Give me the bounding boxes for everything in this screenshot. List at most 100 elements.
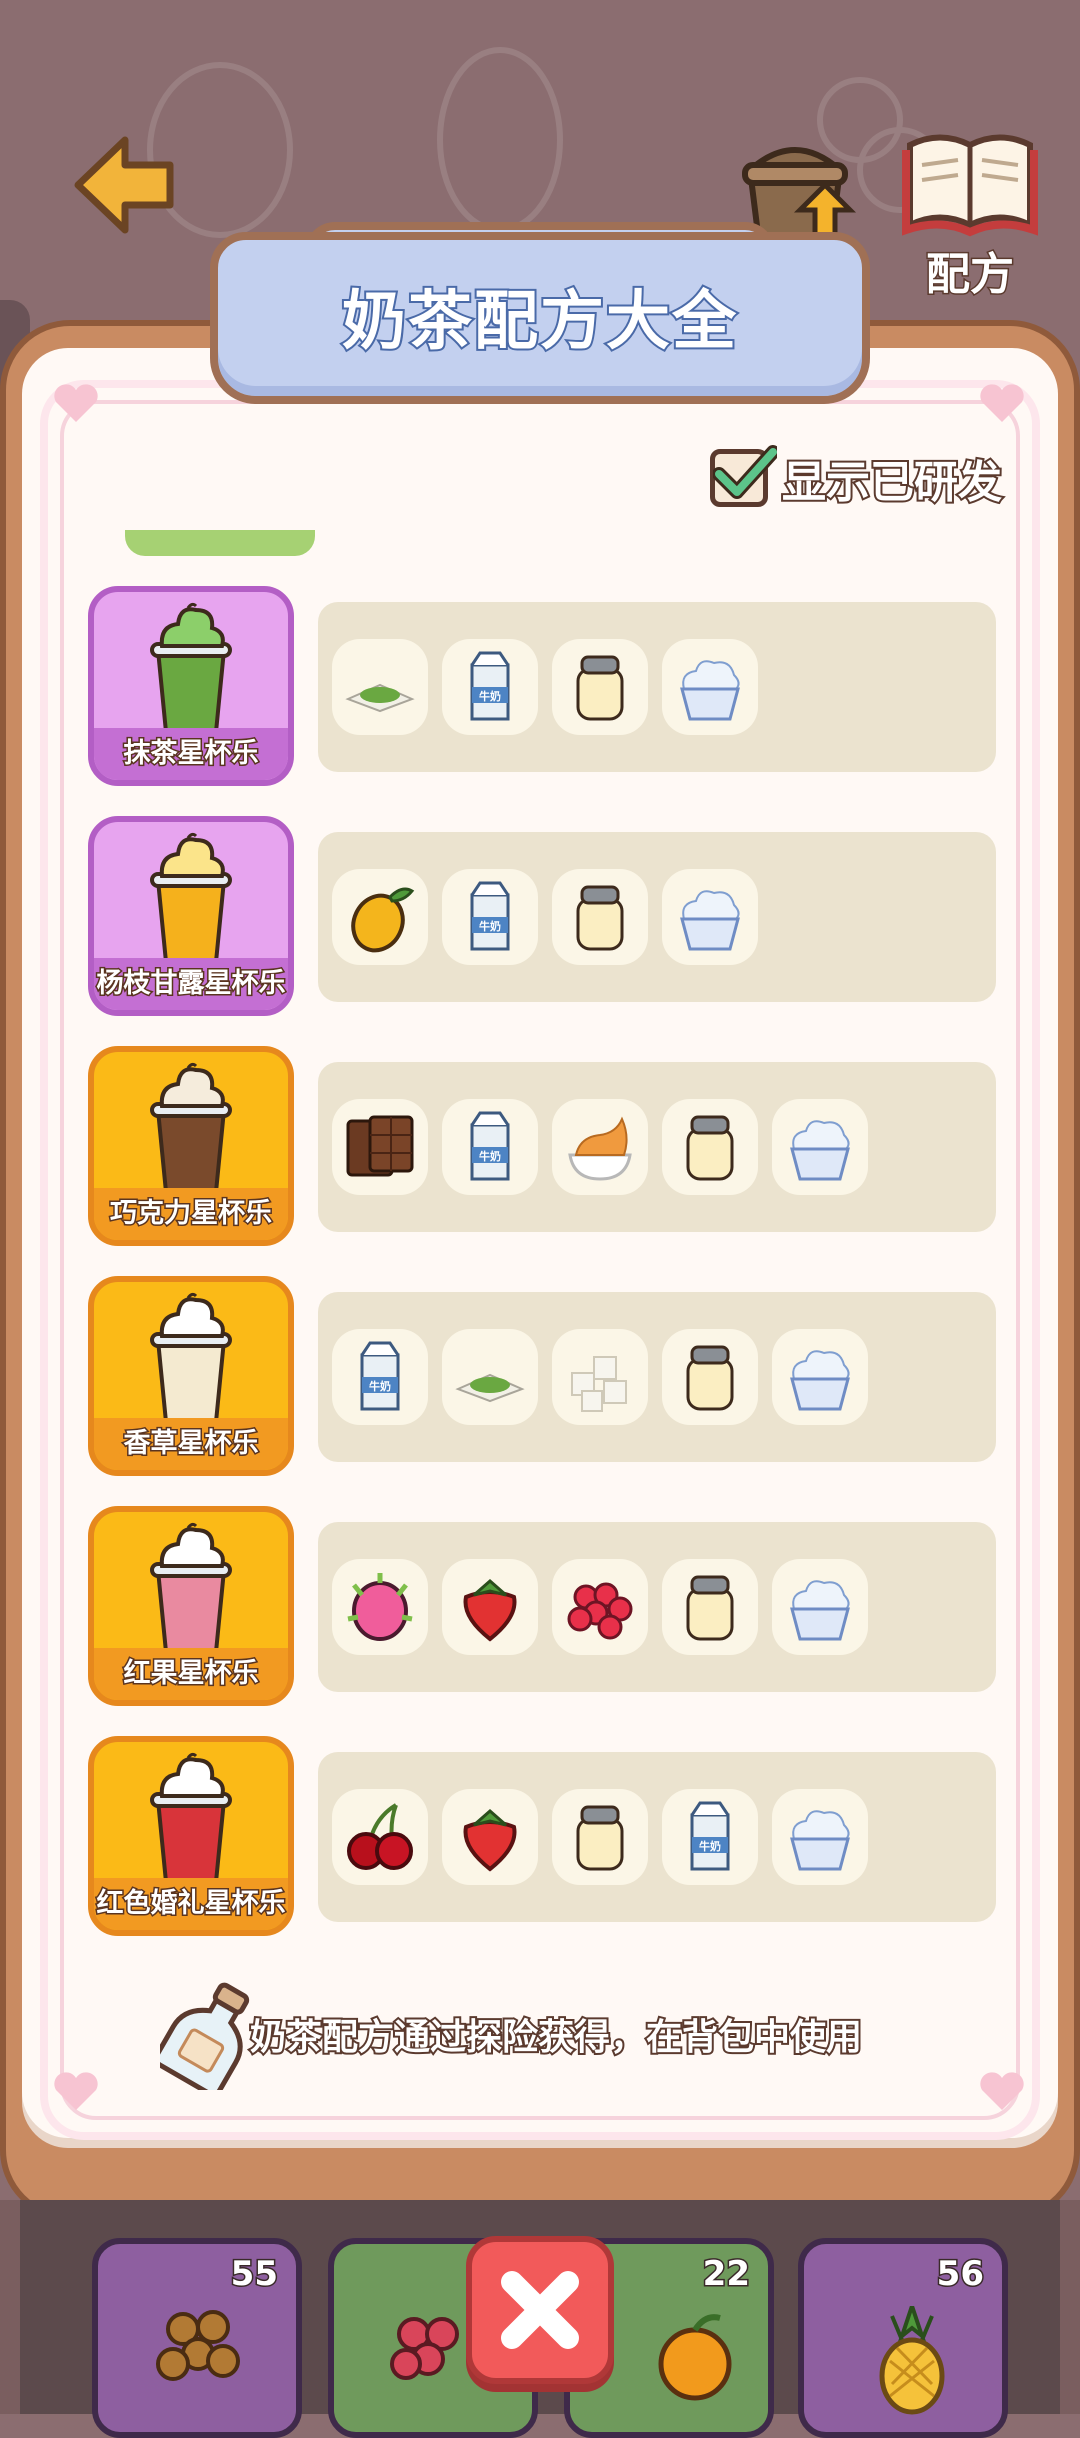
matcha-powder-icon [345, 683, 415, 713]
ingredient-slot[interactable]: 牛奶 [332, 1329, 428, 1425]
recipe-card[interactable]: 香草星杯乐 [88, 1276, 294, 1476]
recipe-card[interactable]: 红果星杯乐 [88, 1506, 294, 1706]
ingredient-slot[interactable] [332, 1099, 428, 1195]
ice-cream-icon [790, 1120, 850, 1181]
pineapple-icon [879, 2306, 945, 2415]
ingredient-slot[interactable] [332, 1559, 428, 1655]
recipe-name: 杨枝甘露星杯乐 [94, 958, 288, 1010]
ingredient-slot[interactable] [442, 1789, 538, 1885]
footer-note: 奶茶配方通过探险获得，在背包中使用 [160, 1980, 940, 2090]
ingredient-slot[interactable] [662, 639, 758, 735]
ingredient-slot[interactable]: 牛奶 [442, 1099, 538, 1195]
ingredient-slot[interactable] [552, 869, 648, 965]
recipe-book-button[interactable]: 配方 [900, 130, 1040, 302]
ice-cream-icon [680, 660, 740, 721]
ingredient-list [318, 1522, 996, 1692]
strawberry-icon [463, 1809, 517, 1872]
recipe-name: 香草星杯乐 [94, 1418, 288, 1470]
ingredient-slot[interactable] [552, 1789, 648, 1885]
heart-icon [980, 384, 1024, 422]
recipe-card[interactable]: 巧克力星杯乐 [88, 1046, 294, 1246]
milk-icon: 牛奶 [470, 881, 510, 951]
close-icon [501, 2271, 579, 2349]
ingredient-slot[interactable] [772, 1789, 868, 1885]
recipe-button-label: 配方 [925, 248, 1016, 302]
recipe-card[interactable]: 红色婚礼星杯乐 [88, 1736, 294, 1936]
ingredient-slot[interactable] [772, 1329, 868, 1425]
inventory-slot-pineapple[interactable]: 56 [798, 2238, 1008, 2438]
drink-icon [150, 602, 232, 734]
caramel-cream-icon [568, 1116, 632, 1181]
bottle-icon [160, 1982, 250, 2090]
ingredient-slot[interactable] [662, 1559, 758, 1655]
ingredient-slot[interactable]: 牛奶 [442, 869, 538, 965]
inventory-slot-boba[interactable]: 55 [92, 2238, 302, 2438]
show-developed-toggle[interactable]: 显示已研发 [710, 445, 1004, 511]
checkbox[interactable] [710, 445, 777, 507]
ingredient-slot[interactable] [552, 1099, 648, 1195]
ingredient-list: 牛奶 [318, 832, 996, 1002]
raspberry-icon [567, 1582, 633, 1640]
heart-icon [54, 384, 98, 422]
jar-icon [576, 1805, 624, 1871]
ingredient-slot[interactable] [332, 869, 428, 965]
svg-text:牛奶: 牛奶 [479, 1149, 501, 1163]
item-count: 55 [229, 2253, 279, 2296]
drink-icon [150, 1292, 232, 1424]
ingredient-list: 牛奶 [318, 602, 996, 772]
jar-icon [576, 885, 624, 951]
ingredient-slot[interactable]: 牛奶 [442, 639, 538, 735]
recipe-list[interactable]: 抹茶星杯乐 牛奶 杨枝甘露星杯乐 牛奶 巧克力星杯乐 牛奶 香草星杯乐 牛奶 红果星杯乐… [80, 530, 1010, 1970]
book-icon [902, 134, 1038, 237]
ingredient-list: 牛奶 [318, 1292, 996, 1462]
milk-icon: 牛奶 [470, 1111, 510, 1181]
ingredient-slot[interactable] [552, 639, 648, 735]
drink-icon [150, 832, 232, 964]
svg-text:牛奶: 牛奶 [479, 689, 501, 703]
drink-icon [150, 1522, 232, 1654]
jar-icon [686, 1345, 734, 1411]
ice-cream-icon [680, 890, 740, 951]
close-button[interactable] [466, 2236, 614, 2384]
chocolate-bar-icon [346, 1115, 414, 1177]
ingredient-slot[interactable] [552, 1329, 648, 1425]
mango-icon [351, 887, 415, 953]
partial-card [125, 530, 315, 556]
footer-note-text: 奶茶配方通过探险获得，在背包中使用 [248, 2015, 864, 2060]
heart-icon [54, 2072, 98, 2110]
ingredient-slot[interactable] [662, 1329, 758, 1425]
recipe-row[interactable]: 红色婚礼星杯乐 牛奶 [80, 1736, 1010, 1936]
heart-icon [980, 2072, 1024, 2110]
ice-cream-icon [790, 1810, 850, 1871]
ingredient-slot[interactable]: 牛奶 [662, 1789, 758, 1885]
ingredient-slot[interactable] [552, 1559, 648, 1655]
recipe-row[interactable]: 红果星杯乐 [80, 1506, 1010, 1706]
ingredient-slot[interactable] [662, 1099, 758, 1195]
show-developed-label: 显示已研发 [780, 455, 1004, 510]
boba-icon [156, 2310, 240, 2381]
recipe-name: 红色婚礼星杯乐 [94, 1878, 288, 1930]
item-count: 56 [935, 2253, 985, 2296]
ingredient-slot[interactable] [332, 639, 428, 735]
recipe-row[interactable]: 杨枝甘露星杯乐 牛奶 [80, 816, 1010, 1016]
ingredient-list: 牛奶 [318, 1062, 996, 1232]
ingredient-slot[interactable] [442, 1559, 538, 1655]
milk-icon: 牛奶 [360, 1341, 400, 1411]
ingredient-slot[interactable] [662, 869, 758, 965]
svg-text:牛奶: 牛奶 [369, 1379, 391, 1393]
page-title: 奶茶配方大全 [340, 283, 738, 361]
ingredient-slot[interactable] [442, 1329, 538, 1425]
recipe-row[interactable]: 抹茶星杯乐 牛奶 [80, 586, 1010, 786]
recipe-row[interactable]: 香草星杯乐 牛奶 [80, 1276, 1010, 1476]
ingredient-slot[interactable] [772, 1559, 868, 1655]
recipe-name: 红果星杯乐 [94, 1648, 288, 1700]
strawberry-icon [463, 1579, 517, 1642]
ingredient-slot[interactable] [772, 1099, 868, 1195]
back-button[interactable] [70, 130, 180, 240]
recipe-row[interactable]: 巧克力星杯乐 牛奶 [80, 1046, 1010, 1246]
recipe-card[interactable]: 杨枝甘露星杯乐 [88, 816, 294, 1016]
milk-icon: 牛奶 [470, 651, 510, 721]
jar-icon [686, 1115, 734, 1181]
recipe-card[interactable]: 抹茶星杯乐 [88, 586, 294, 786]
ingredient-slot[interactable] [332, 1789, 428, 1885]
